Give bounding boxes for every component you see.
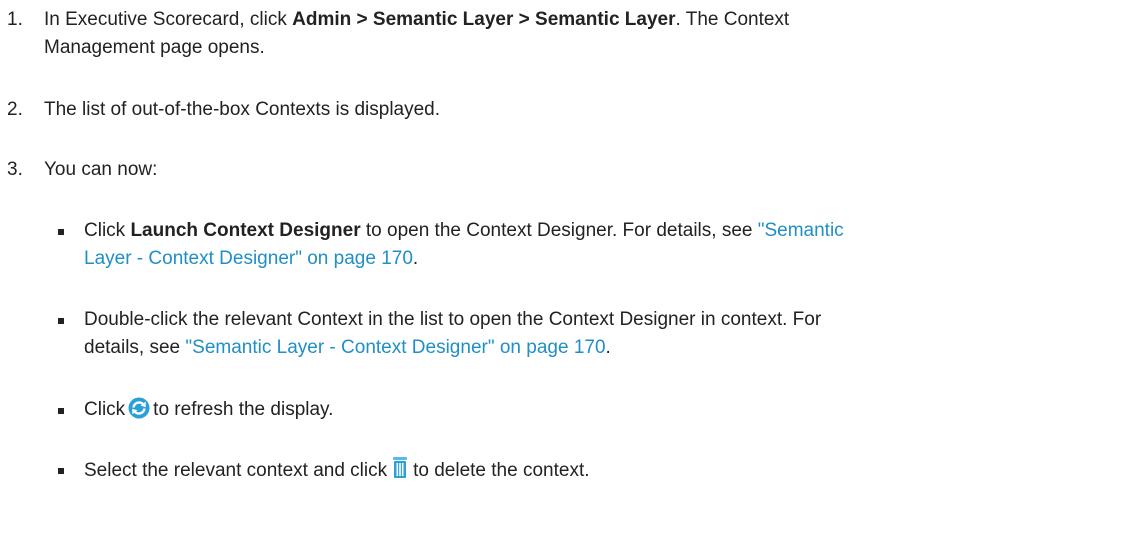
step-number: 2.	[7, 99, 23, 120]
bullet-text: Click to refresh the display.	[84, 396, 1118, 428]
bullet-line2-prefix: details, see	[84, 337, 186, 358]
step-number: 1.	[7, 9, 23, 30]
bullet-marker	[58, 408, 64, 414]
step-number: 3.	[7, 159, 23, 180]
step-1-line2: Management page opens.	[44, 37, 265, 58]
bullet-marker	[58, 229, 64, 235]
bullet-text: Select the relevant context and click to…	[84, 456, 1118, 489]
bullet-text: Double-click the relevant Context in the…	[84, 306, 1118, 362]
semantic-layer-link[interactable]: "Semantic	[758, 220, 844, 241]
bullet-marker	[58, 318, 64, 324]
semantic-layer-link-cont[interactable]: Layer - Context Designer" on page 170	[84, 248, 413, 269]
bullet-line1: Double-click the relevant Context in the…	[84, 309, 822, 330]
menu-path: Admin > Semantic Layer > Semantic Layer	[292, 9, 676, 30]
trash-icon[interactable]	[390, 456, 410, 489]
step-1-suffix: . The Context	[675, 9, 790, 30]
bullet-suffix: .	[605, 337, 611, 358]
bullet-prefix: Click	[84, 220, 131, 241]
launch-designer-label: Launch Context Designer	[130, 220, 361, 241]
step-text: You can now:	[44, 159, 158, 180]
bullet-suffix: to refresh the display.	[153, 399, 334, 420]
step-text: In Executive Scorecard, click Admin > Se…	[44, 6, 1110, 62]
step-text: The list of out-of-the-box Contexts is d…	[44, 99, 441, 120]
step-1-prefix: In Executive Scorecard, click	[44, 9, 293, 30]
refresh-icon[interactable]	[128, 397, 150, 428]
bullet-suffix: to delete the context.	[413, 460, 590, 481]
document-page: 1. In Executive Scorecard, click Admin >…	[0, 0, 1129, 535]
semantic-layer-link[interactable]: "Semantic Layer - Context Designer" on p…	[185, 337, 605, 358]
bullet-prefix: Select the relevant context and click	[84, 460, 388, 481]
bullet-suffix: .	[412, 248, 419, 269]
bullet-marker	[58, 468, 64, 474]
bullet-prefix: Click	[84, 399, 126, 420]
bullet-text: Click Launch Context Designer to open th…	[84, 217, 1118, 273]
bullet-middle: to open the Context Designer. For detail…	[360, 220, 758, 241]
